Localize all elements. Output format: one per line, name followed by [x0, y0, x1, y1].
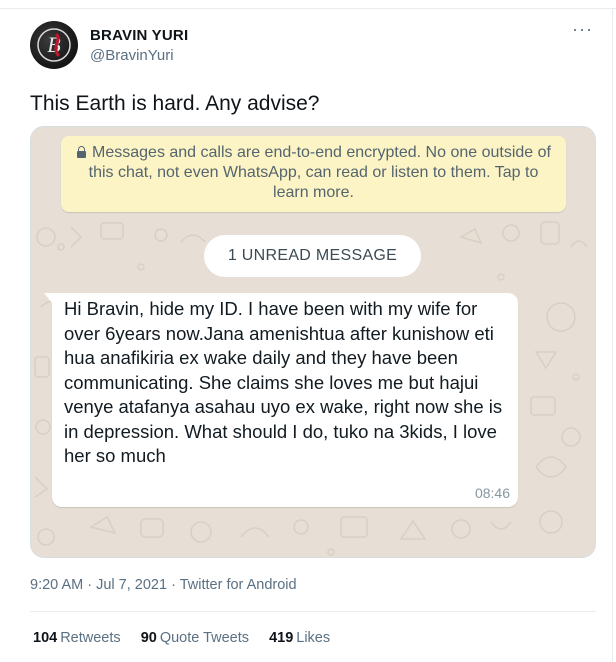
message-text: Hi Bravin, hide my ID. I have been with … [64, 298, 503, 466]
more-options-icon[interactable]: ··· [572, 20, 593, 38]
avatar[interactable]: B [30, 21, 78, 69]
author-handle[interactable]: @BravinYuri [90, 47, 174, 64]
unread-messages-badge: 1 UNREAD MESSAGE [204, 235, 421, 277]
likes-stat[interactable]: 419 Likes [269, 630, 330, 646]
top-divider [0, 8, 616, 9]
tweet-date[interactable]: Jul 7, 2021 [96, 577, 167, 593]
author-name[interactable]: BRAVIN YURI [90, 27, 188, 44]
tweet-media-image[interactable]: Messages and calls are end-to-end encryp… [30, 126, 596, 558]
right-border [612, 8, 613, 662]
retweets-stat[interactable]: 104 Retweets [33, 630, 121, 646]
engagement-stats: 104 Retweets 90 Quote Tweets 419 Likes [33, 630, 346, 646]
lock-icon [76, 146, 87, 158]
quote-tweets-stat[interactable]: 90 Quote Tweets [141, 630, 249, 646]
tweet-text: This Earth is hard. Any advise? [30, 92, 320, 115]
tweet-time[interactable]: 9:20 AM [30, 577, 83, 593]
chat-message-bubble: Hi Bravin, hide my ID. I have been with … [44, 293, 518, 507]
stats-top-divider [30, 611, 596, 612]
encryption-notice-text: Messages and calls are end-to-end encryp… [88, 144, 551, 201]
likes-count: 419 [269, 630, 294, 646]
quote-tweets-count: 90 [140, 630, 157, 646]
tweet-source[interactable]: Twitter for Android [180, 577, 297, 593]
retweets-label: Retweets [60, 630, 121, 646]
meta-separator: · [171, 577, 176, 593]
meta-separator: · [87, 577, 93, 593]
tweet-metadata: 9:20 AM · Jul 7, 2021 · Twitter for Andr… [30, 577, 297, 593]
likes-label: Likes [296, 630, 331, 646]
avatar-logo-icon: B [37, 28, 71, 62]
encryption-notice[interactable]: Messages and calls are end-to-end encryp… [61, 136, 566, 212]
message-timestamp: 08:46 [474, 485, 510, 501]
retweets-count: 104 [33, 630, 58, 646]
quote-tweets-label: Quote Tweets [159, 630, 250, 646]
